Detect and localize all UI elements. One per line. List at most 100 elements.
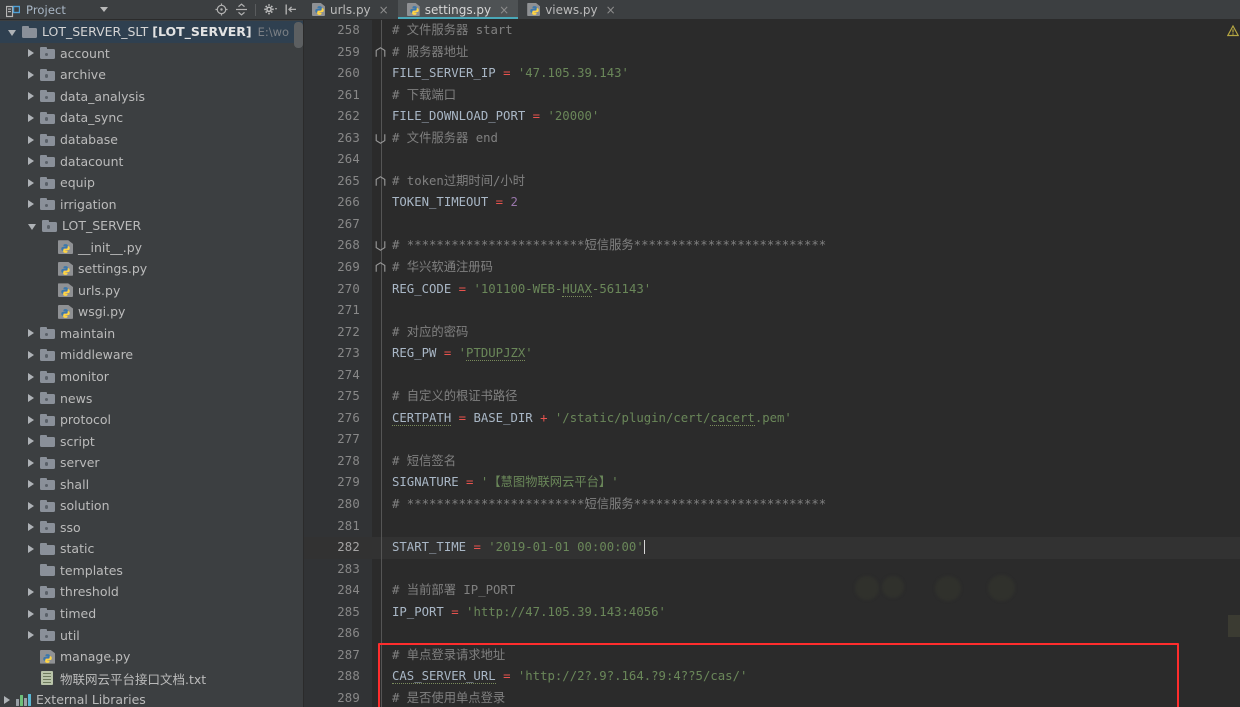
code-line[interactable]: 273 REG_PW = 'PTDUPJZX' — [304, 343, 1240, 365]
chevron-right-icon[interactable] — [28, 544, 34, 553]
code-line[interactable]: 259 # 服务器地址 — [304, 41, 1240, 64]
code-line[interactable]: 286 — [304, 623, 1240, 645]
code-line[interactable]: 271 — [304, 300, 1240, 322]
fold-toggle-icon[interactable] — [372, 235, 386, 257]
tree-row-server[interactable]: server — [0, 452, 303, 474]
code-line[interactable]: 278 # 短信签名 — [304, 450, 1240, 473]
chevron-right-icon[interactable] — [28, 135, 34, 144]
chevron-right-icon[interactable] — [4, 695, 10, 704]
chevron-down-icon[interactable] — [8, 29, 16, 36]
close-icon[interactable]: × — [499, 4, 509, 16]
code-line[interactable]: 270 REG_CODE = '101100-WEB-HUAX-561143' — [304, 278, 1240, 301]
tree-row-equip[interactable]: equip — [0, 172, 303, 194]
chevron-right-icon[interactable] — [28, 415, 34, 424]
chevron-right-icon[interactable] — [28, 49, 34, 58]
chevron-right-icon[interactable] — [28, 70, 34, 79]
chevron-right-icon[interactable] — [28, 587, 34, 596]
code-line[interactable]: 276 CERTPATH = BASE_DIR + '/static/plugin… — [304, 407, 1240, 430]
tree-row--txt[interactable]: 物联网云平台接口文档.txt — [0, 667, 303, 689]
inspection-warning-icon[interactable] — [1226, 22, 1240, 37]
settings-gear-icon[interactable] — [263, 3, 278, 16]
tree-row-static[interactable]: static — [0, 538, 303, 560]
code-line[interactable]: 268 # ************************短信服务*******… — [304, 235, 1240, 257]
tree-row-datacount[interactable]: datacount — [0, 150, 303, 172]
tree-row-external-libraries[interactable]: External Libraries — [0, 689, 303, 707]
code-line[interactable]: 261 # 下载端口 — [304, 84, 1240, 107]
code-line[interactable]: 267 — [304, 213, 1240, 236]
code-line[interactable]: 265 # token过期时间/小时 — [304, 170, 1240, 193]
code-line[interactable]: 274 — [304, 364, 1240, 387]
chevron-right-icon[interactable] — [28, 523, 34, 532]
chevron-right-icon[interactable] — [28, 458, 34, 467]
tree-row-settings-py[interactable]: settings.py — [0, 258, 303, 280]
tree-row-shall[interactable]: shall — [0, 473, 303, 495]
hide-panel-icon[interactable] — [285, 3, 297, 16]
tree-row--init-py[interactable]: __init__.py — [0, 236, 303, 258]
chevron-right-icon[interactable] — [28, 178, 34, 187]
chevron-right-icon[interactable] — [28, 501, 34, 510]
chevron-right-icon[interactable] — [28, 480, 34, 489]
tree-row-timed[interactable]: timed — [0, 603, 303, 625]
tree-row-util[interactable]: util — [0, 624, 303, 646]
code-line[interactable]: 275 # 自定义的根证书路径 — [304, 386, 1240, 408]
tree-row-monitor[interactable]: monitor — [0, 366, 303, 388]
code-line[interactable]: 260 FILE_SERVER_IP = '47.105.39.143' — [304, 63, 1240, 85]
fold-toggle-icon[interactable] — [372, 170, 386, 193]
code-line[interactable]: 266 TOKEN_TIMEOUT = 2 — [304, 192, 1240, 214]
tab-urls-py[interactable]: urls.py × — [303, 0, 398, 19]
code-line[interactable]: 287 # 单点登录请求地址 — [304, 644, 1240, 667]
chevron-down-icon[interactable] — [100, 7, 109, 12]
code-line[interactable]: 284 # 当前部署 IP_PORT — [304, 580, 1240, 602]
code-line[interactable]: 264 — [304, 149, 1240, 171]
chevron-down-icon[interactable] — [28, 223, 36, 230]
project-tree-panel[interactable]: LOT_SERVER_SLT [LOT_SERVER] E:\wo accoun… — [0, 20, 303, 707]
tree-row-data-analysis[interactable]: data_analysis — [0, 86, 303, 108]
tree-row-templates[interactable]: templates — [0, 560, 303, 582]
chevron-right-icon[interactable] — [28, 200, 34, 209]
tree-row-script[interactable]: script — [0, 430, 303, 452]
tree-row-data-sync[interactable]: data_sync — [0, 107, 303, 129]
chevron-right-icon[interactable] — [28, 437, 34, 446]
fold-toggle-icon[interactable] — [372, 127, 386, 150]
tree-row-project-root[interactable]: LOT_SERVER_SLT [LOT_SERVER] E:\wo — [0, 21, 303, 43]
chevron-right-icon[interactable] — [28, 631, 34, 640]
chevron-right-icon[interactable] — [28, 92, 34, 101]
collapse-all-icon[interactable] — [235, 3, 248, 16]
code-line[interactable]: 263 # 文件服务器 end — [304, 127, 1240, 150]
code-line[interactable]: 279 SIGNATURE = '【慧图物联网云平台】' — [304, 472, 1240, 494]
tree-row-database[interactable]: database — [0, 129, 303, 151]
chevron-right-icon[interactable] — [28, 329, 34, 338]
tree-row-middleware[interactable]: middleware — [0, 344, 303, 366]
tree-row-protocol[interactable]: protocol — [0, 409, 303, 431]
chevron-right-icon[interactable] — [28, 350, 34, 359]
code-line[interactable]: 262 FILE_DOWNLOAD_PORT = '20000' — [304, 106, 1240, 128]
sidebar-scrollbar-thumb[interactable] — [294, 22, 303, 48]
editor-code-area[interactable]: 258 # 文件服务器 start 259 # 服务器地址 260 FILE_SERVER… — [304, 20, 1240, 707]
code-line[interactable]: 269 # 华兴软通注册码 — [304, 257, 1240, 279]
close-icon[interactable]: × — [606, 4, 616, 16]
tree-row-archive[interactable]: archive — [0, 64, 303, 86]
tree-row-solution[interactable]: solution — [0, 495, 303, 517]
code-line[interactable]: 258 # 文件服务器 start — [304, 20, 1240, 42]
close-icon[interactable]: × — [379, 4, 389, 16]
chevron-right-icon[interactable] — [28, 394, 34, 403]
chevron-right-icon[interactable] — [28, 609, 34, 618]
code-line[interactable]: 288 CAS_SERVER_URL = 'http://2?.9?.164.?9… — [304, 666, 1240, 688]
tree-row-maintain[interactable]: maintain — [0, 323, 303, 345]
tree-row-urls-py[interactable]: urls.py — [0, 280, 303, 302]
chevron-right-icon[interactable] — [28, 157, 34, 166]
tree-row-lot-server[interactable]: LOT_SERVER — [0, 215, 303, 237]
code-line[interactable]: 283 — [304, 558, 1240, 581]
chevron-right-icon[interactable] — [28, 113, 34, 122]
target-scroll-from-source-icon[interactable] — [215, 3, 228, 16]
code-line[interactable]: 281 — [304, 515, 1240, 538]
tree-row-sso[interactable]: sso — [0, 517, 303, 539]
tree-row-threshold[interactable]: threshold — [0, 581, 303, 603]
tab-views-py[interactable]: views.py × — [518, 0, 624, 19]
chevron-right-icon[interactable] — [28, 372, 34, 381]
tree-row-wsgi-py[interactable]: wsgi.py — [0, 301, 303, 323]
tab-settings-py[interactable]: settings.py × — [397, 0, 519, 19]
code-line[interactable]: 282 START_TIME = '2019-01-01 00:00:00' — [304, 537, 1240, 559]
tree-row-irrigation[interactable]: irrigation — [0, 193, 303, 215]
code-editor[interactable]: 258 # 文件服务器 start 259 # 服务器地址 260 FILE_SERVER… — [304, 20, 1240, 707]
